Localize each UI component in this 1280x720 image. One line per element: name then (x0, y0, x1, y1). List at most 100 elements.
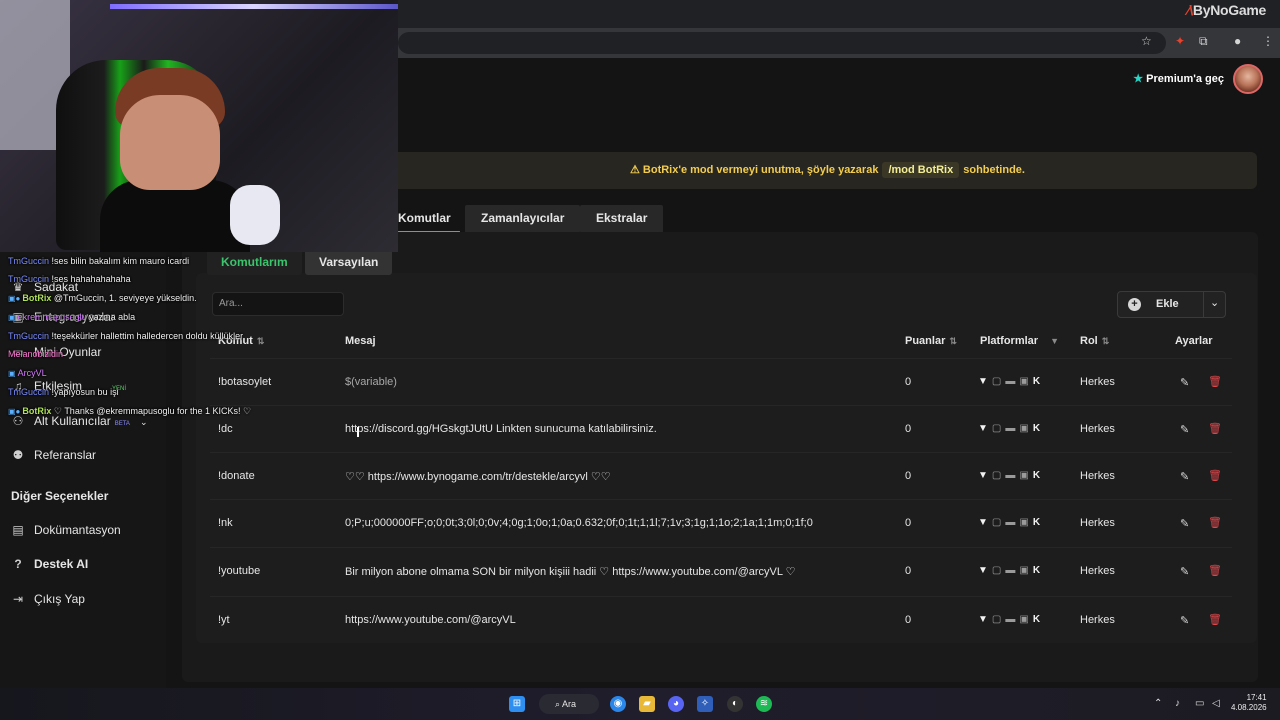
network-icon[interactable]: ▭ (1195, 698, 1204, 709)
command-cell: !dc (218, 423, 233, 435)
tray-chevron-icon[interactable]: ⌃ (1154, 698, 1162, 709)
sidebar-item-referanslar[interactable]: ⚉ Referanslar (10, 448, 96, 462)
header-role[interactable]: Rol ⇅ (1080, 335, 1109, 347)
browser-menu-icon[interactable]: ⋮ (1262, 34, 1274, 48)
chevron-down-icon[interactable]: ⌄ (1210, 296, 1219, 309)
points-cell: 0 (905, 614, 912, 626)
obs-icon[interactable]: ◐ (727, 696, 743, 712)
divider (1203, 292, 1204, 317)
table-row: !nk 0;P;u;000000FF;o;0;0t;3;0l;0;0v;4;0g;… (210, 499, 1232, 547)
twitch-icon: ▢ (991, 565, 1006, 576)
command-cell: !youtube (218, 565, 261, 577)
botrix-icon: ▼ (978, 565, 992, 576)
points-cell: 0 (905, 565, 912, 577)
address-bar[interactable] (398, 32, 1166, 54)
edit-icon[interactable]: ✎ (1180, 565, 1189, 578)
kick-icon: K (1032, 423, 1045, 434)
edit-icon[interactable]: ✎ (1180, 376, 1189, 389)
platform-icons: ▼▢▬▣K (978, 470, 1044, 481)
tab-zamanlayicilar[interactable]: Zamanlayıcılar (465, 205, 581, 233)
file-explorer-icon[interactable]: ▰ (639, 696, 655, 712)
chrome-icon[interactable]: ◉ (610, 696, 626, 712)
youtube-icon: ▬ (1005, 517, 1020, 528)
twitch-icon: ▢ (991, 470, 1006, 481)
points-cell: 0 (905, 423, 912, 435)
botrix-icon: ▼ (978, 614, 992, 625)
header-settings: Ayarlar (1175, 335, 1213, 347)
mod-command-code: /mod BotRix (882, 162, 960, 178)
webcam-overlay (0, 0, 398, 252)
bookmark-star-icon[interactable]: ☆ (1141, 34, 1152, 48)
trovo-icon: ▣ (1019, 614, 1033, 625)
kick-icon: K (1032, 614, 1045, 625)
trovo-icon: ▣ (1019, 565, 1033, 576)
kick-icon: K (1032, 517, 1045, 528)
delete-icon[interactable]: 🗑 (1208, 469, 1222, 482)
header-platforms[interactable]: Platformlar ▼ (980, 335, 1059, 347)
command-cell: !donate (218, 470, 255, 482)
filter-icon[interactable]: ▼ (1050, 336, 1059, 346)
edit-icon[interactable]: ✎ (1180, 517, 1189, 530)
help-icon: ? (14, 557, 22, 571)
delete-icon[interactable]: 🗑 (1208, 516, 1222, 529)
platform-icons: ▼▢▬▣K (978, 614, 1044, 625)
avatar[interactable] (1233, 64, 1263, 94)
delete-icon[interactable]: 🗑 (1208, 564, 1222, 577)
botrix-icon: ▼ (978, 470, 992, 481)
add-command-button[interactable]: + Ekle ⌄ (1117, 291, 1226, 318)
chat-message: TmGuccin !ses bilin bakalım kim mauro ic… (8, 256, 190, 266)
edit-icon[interactable]: ✎ (1180, 423, 1189, 436)
points-cell: 0 (905, 517, 912, 529)
tab-ekstralar[interactable]: Ekstralar (580, 205, 664, 233)
extension-icon[interactable]: ✦ (1175, 34, 1185, 48)
role-cell: Herkes (1080, 470, 1115, 482)
warning-icon: ⚠ (630, 164, 640, 176)
profile-icon[interactable]: ● (1234, 34, 1241, 48)
document-icon: ▤ (12, 523, 24, 537)
kick-icon: K (1032, 470, 1045, 481)
role-cell: Herkes (1080, 565, 1115, 577)
delete-icon[interactable]: 🗑 (1208, 422, 1222, 435)
sidebar-item-cikis-yap[interactable]: ⇥ Çıkış Yap (10, 592, 85, 606)
chat-message: TmGuccin !teşekkürler hallettim halleder… (8, 331, 244, 341)
plus-icon: + (1128, 298, 1141, 311)
role-cell: Herkes (1080, 423, 1115, 435)
platform-icons: ▼▢▬▣K (978, 565, 1044, 576)
spotify-icon[interactable]: ≋ (756, 696, 772, 712)
trovo-icon: ▣ (1019, 470, 1033, 481)
youtube-icon: ▬ (1005, 565, 1020, 576)
sort-icon[interactable]: ⇅ (1102, 336, 1110, 346)
tab-komutlar[interactable]: Komutlar (398, 205, 460, 233)
platform-icons: ▼▢▬▣K (978, 376, 1044, 387)
delete-icon[interactable]: 🗑 (1208, 613, 1222, 626)
taskbar-search[interactable]: ⌕ Ara (539, 694, 599, 714)
microphone-icon[interactable]: ♪ (1175, 698, 1180, 709)
table-row: !donate ♡♡ https://www.bynogame.com/tr/de… (210, 452, 1232, 500)
header-points[interactable]: Puanlar ⇅ (905, 335, 957, 347)
kick-icon: K (1032, 565, 1045, 576)
site-header: ★ Premium'a geç (398, 58, 1280, 96)
add-label: Ekle (1156, 298, 1179, 310)
edit-icon[interactable]: ✎ (1180, 614, 1189, 627)
taskbar-clock[interactable]: 17:41 4.08.2026 (1231, 693, 1267, 713)
stream-chat-overlay: TmGuccin !ses bilin bakalım kim mauro ic… (0, 256, 398, 421)
premium-button[interactable]: ★ Premium'a geç (1133, 72, 1224, 85)
extensions-puzzle-icon[interactable]: ⧉ (1199, 34, 1208, 49)
edit-icon[interactable]: ✎ (1180, 470, 1189, 483)
delete-icon[interactable]: 🗑 (1208, 375, 1222, 388)
chat-message: ▣ ArcyVL (8, 368, 47, 378)
role-cell: Herkes (1080, 614, 1115, 626)
message-cell: ♡♡ https://www.bynogame.com/tr/destekle/… (345, 471, 611, 483)
sidebar-item-destek-ai[interactable]: ? Destek AI (10, 557, 88, 571)
app-icon[interactable]: ✧ (697, 696, 713, 712)
role-cell: Herkes (1080, 376, 1115, 388)
windows-start-icon[interactable]: ⊞ (509, 696, 525, 712)
volume-icon[interactable]: ◁ (1212, 698, 1220, 709)
chat-message: ▣ ekremmapusoglu yazma abla (8, 312, 136, 322)
sidebar-item-dokumantasyon[interactable]: ▤ Dokümantasyon (10, 523, 120, 537)
botrix-icon: ▼ (978, 376, 992, 387)
chat-message: ▣● BotRix ♡ Thanks @ekremmapusoglu for th… (8, 406, 252, 416)
discord-icon[interactable]: ◕ (668, 696, 684, 712)
sort-icon[interactable]: ⇅ (949, 336, 957, 346)
twitch-icon: ▢ (991, 423, 1006, 434)
